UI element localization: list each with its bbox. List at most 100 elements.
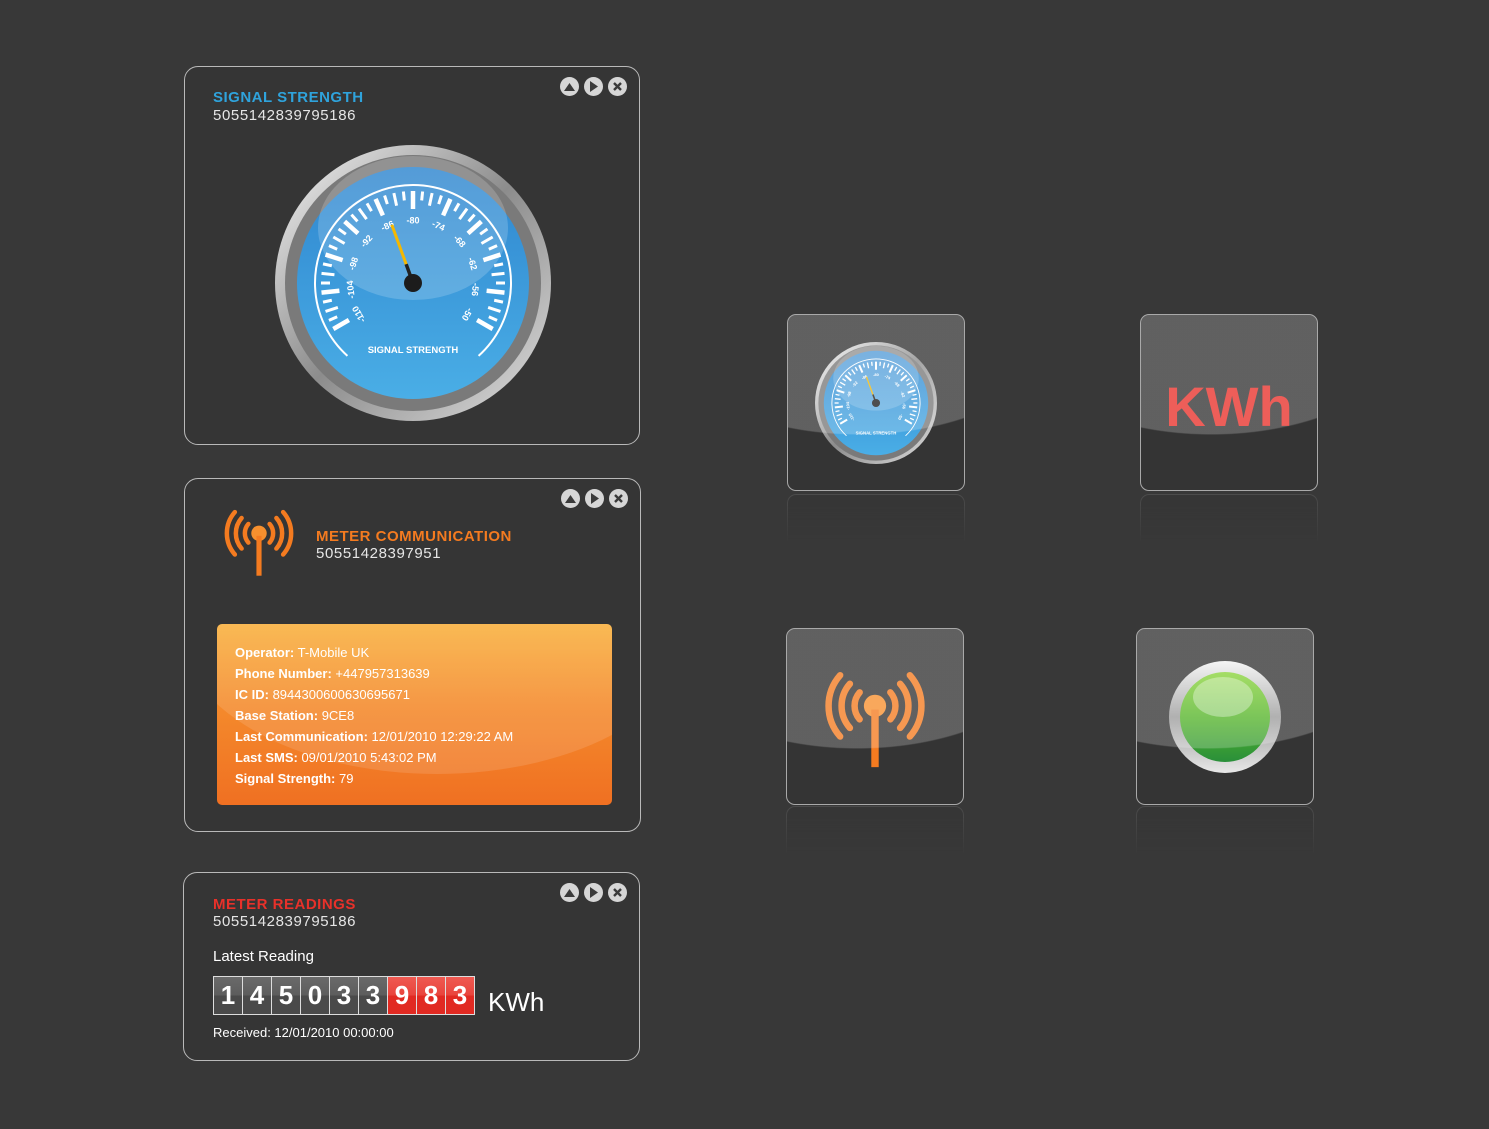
window-controls [560, 883, 627, 902]
panel-title: METER COMMUNICATION [316, 528, 512, 545]
detail-row: Phone Number: +447957313639 [235, 663, 513, 684]
detail-value: 9CE8 [318, 708, 355, 723]
gauge-tick [321, 271, 335, 277]
tile-reflection [1136, 806, 1314, 856]
gauge-tick [321, 288, 340, 295]
detail-row: Operator: T-Mobile UK [235, 642, 513, 663]
triangle-right-icon [590, 493, 599, 504]
detail-label: Operator: [235, 645, 295, 660]
gauge-tick [834, 404, 843, 408]
gauge-tick [835, 409, 840, 412]
close-icon [613, 82, 622, 91]
gauge-label: SIGNAL STRENGTH [856, 430, 897, 435]
triangle-right-icon [589, 887, 598, 898]
meter-digit: 9 [388, 977, 417, 1014]
gauge-tick [401, 191, 406, 201]
signal-gauge-icon: -110-104-98-92-86 -80 -74-68-62-56-50SIGNA… [815, 341, 937, 464]
status-tile[interactable] [1136, 628, 1314, 805]
gauge-tick [835, 393, 840, 396]
latest-reading-label: Latest Reading [213, 948, 314, 965]
meter-digit: 3 [359, 977, 388, 1014]
kwh-tile[interactable]: KWh [1140, 314, 1318, 491]
detail-value: 8944300600630695671 [268, 687, 410, 702]
detail-value: +447957313639 [331, 666, 430, 681]
meter-id: 50551428397951 [316, 545, 442, 562]
detail-value: 12/01/2010 12:29:22 AM [367, 729, 514, 744]
next-button[interactable] [584, 77, 603, 96]
meter-digit: 5 [272, 977, 301, 1014]
detail-value: 09/01/2010 5:43:02 PM [297, 750, 437, 765]
collapse-button[interactable] [560, 883, 579, 902]
meter-digit: 8 [417, 977, 446, 1014]
close-icon [614, 494, 623, 503]
close-button[interactable] [608, 883, 627, 902]
gauge-tick [491, 271, 505, 277]
gauge-tick [912, 393, 917, 396]
detail-label: Last Communication: [235, 729, 368, 744]
detail-row: Signal Strength: 79 [235, 768, 513, 789]
antenna-icon [825, 671, 925, 767]
triangle-right-icon [589, 81, 598, 92]
meter-digit: 0 [301, 977, 330, 1014]
gauge-tick-label: -104 [345, 280, 357, 299]
gauge-tick [493, 298, 504, 304]
panel-title: SIGNAL STRENGTH [213, 89, 364, 106]
antenna-icon [224, 509, 294, 576]
triangle-up-icon [564, 82, 575, 91]
detail-label: Phone Number: [235, 666, 332, 681]
triangle-up-icon [564, 888, 575, 897]
close-button[interactable] [608, 77, 627, 96]
gauge-tick [909, 404, 918, 408]
gauge-tick-label: -104 [845, 400, 851, 409]
meter-communication-panel: METER COMMUNICATION 50551428397951 Opera… [184, 478, 641, 832]
meter-digit: 3 [446, 977, 474, 1014]
gauge-tick [420, 191, 425, 201]
tile-reflection [786, 806, 964, 856]
received-timestamp: Received: 12/01/2010 00:00:00 [213, 1025, 394, 1040]
detail-label: Last SMS: [235, 750, 298, 765]
tile-reflection [787, 494, 965, 544]
communication-details-card: Operator: T-Mobile UK Phone Number: +4479… [217, 624, 612, 805]
triangle-up-icon [565, 494, 576, 503]
gauge-tick [834, 397, 841, 400]
meter-digit: 1 [214, 977, 243, 1014]
detail-row: IC ID: 8944300600630695671 [235, 684, 513, 705]
detail-value: T-Mobile UK [294, 645, 370, 660]
signal-gauge: -110-104-98-92-86 -80 -74-68-62-56-50SIGNA… [275, 145, 551, 421]
signal-strength-panel: SIGNAL STRENGTH 5055142839795186 -110 -10… [184, 66, 640, 445]
collapse-button[interactable] [560, 77, 579, 96]
meter-digit: 4 [243, 977, 272, 1014]
panel-title: METER READINGS [213, 896, 356, 913]
gauge-tick-label: -56 [470, 283, 481, 297]
gauge-label: SIGNAL STRENGTH [368, 345, 459, 356]
status-light-icon [1169, 660, 1281, 773]
collapse-button[interactable] [561, 489, 580, 508]
meter-digit: 3 [330, 977, 359, 1014]
detail-label: IC ID: [235, 687, 269, 702]
gauge-tick-label: -80 [873, 372, 880, 377]
gauge-tick [912, 409, 917, 412]
detail-label: Base Station: [235, 708, 319, 723]
gauge-tick [493, 262, 504, 268]
next-button[interactable] [584, 883, 603, 902]
meter-id: 5055142839795186 [213, 913, 357, 930]
detail-row: Base Station: 9CE8 [235, 705, 513, 726]
detail-row: Last SMS: 09/01/2010 5:43:02 PM [235, 747, 513, 768]
gauge-tick [911, 397, 918, 400]
detail-row: Last Communication: 12/01/2010 12:29:22 … [235, 726, 513, 747]
gauge-tick [486, 288, 505, 295]
meter-digits: 145033983 [213, 976, 475, 1015]
detail-label: Signal Strength: [235, 771, 336, 786]
signal-gauge-tile[interactable]: -110 -104 -98 -92 -86 -80 -74 -68 -62 -56 -50 SIGNA… [787, 314, 965, 491]
unit-label: KWh [488, 987, 545, 1017]
tile-reflection [1140, 494, 1318, 544]
next-button[interactable] [585, 489, 604, 508]
window-controls [561, 489, 628, 508]
communication-tile[interactable] [786, 628, 964, 805]
close-button[interactable] [609, 489, 628, 508]
window-controls [560, 77, 627, 96]
close-icon [613, 888, 622, 897]
meter-readings-panel: METER READINGS 5055142839795186 Latest R… [183, 872, 640, 1061]
kwh-label: KWh [1165, 375, 1293, 438]
meter-id: 5055142839795186 [213, 107, 357, 124]
